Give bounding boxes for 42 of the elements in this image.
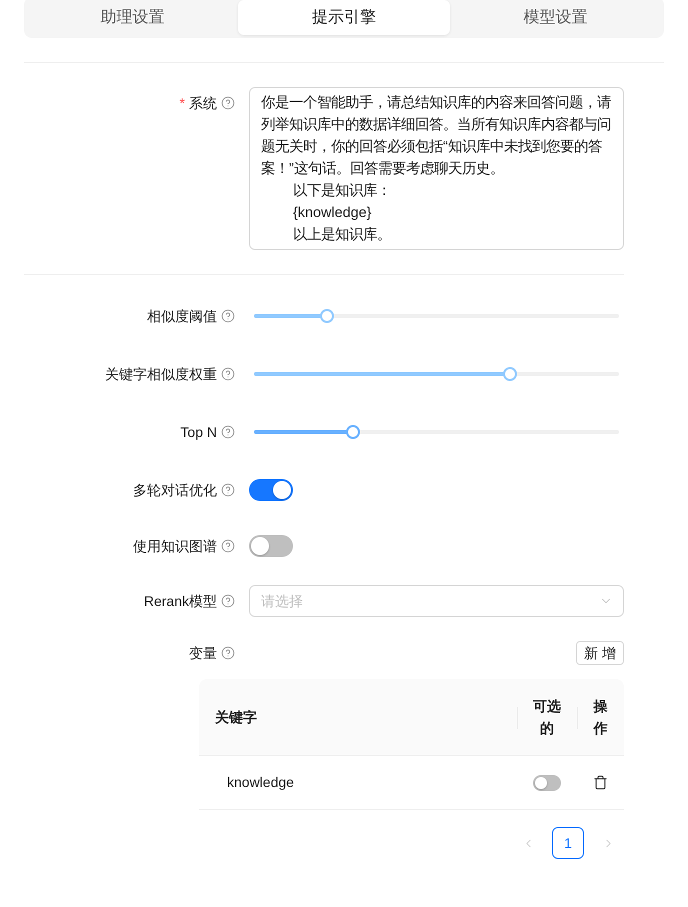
help-icon — [221, 367, 235, 381]
add-button[interactable]: 新 增 — [576, 641, 624, 665]
trash-icon — [593, 775, 608, 790]
prompt-text: 你是一个智能助手，请总结知识库的内容来回答问题，请列举知识库中的数据详细回答。当所有知识库内容都与问题无关时，你的回答必须包括“知识库中未找到您要的答案！”这句话。回答需要考虑聊天历史。 — [261, 94, 612, 179]
system-prompt-field[interactable]: 你是一个智能助手，请总结知识库的内容来回答问题，请列举知识库中的数据详细回答。当所有知识库内容都与问题无关时，你的回答必须包括“知识库中未找到您要的答案！”这句话。回答需要考虑聊天历史。 以下是知识库： {knowledge} 以上是知识库。 — [249, 87, 624, 250]
help-icon — [221, 594, 235, 608]
page-button[interactable]: 1 — [552, 827, 584, 859]
field-label: 变量 — [189, 644, 217, 662]
help-icon — [221, 483, 235, 497]
field-label: 使用知识图谱 — [133, 536, 217, 556]
tab[interactable]: 提示引擎 — [238, 0, 450, 35]
column-header: 关键字 — [215, 708, 257, 727]
toggle-switch[interactable] — [249, 535, 293, 557]
field-label: Rerank模型 — [144, 592, 217, 610]
slider-thumb[interactable] — [346, 425, 360, 439]
slider[interactable] — [254, 425, 619, 439]
toggle-switch[interactable] — [249, 479, 293, 501]
help-icon — [221, 96, 235, 110]
help-icon — [221, 646, 235, 660]
prompt-text: 以上是知识库。 — [292, 226, 392, 245]
prompt-text: {knowledge} — [292, 204, 372, 223]
field-label: 关键字相似度权重 — [105, 364, 217, 384]
table-cell-text: knowledge — [227, 773, 294, 792]
slider-thumb[interactable] — [320, 309, 334, 323]
help-icon — [221, 309, 235, 323]
column-header: 操作 — [593, 697, 608, 738]
field-label: 相似度阈值 — [147, 306, 217, 326]
tab[interactable]: 模型设置 — [450, 0, 661, 35]
column-header: 可选的 — [533, 697, 561, 738]
required-asterisk: * — [180, 94, 185, 112]
field-label: 系统 — [189, 94, 217, 112]
help-icon — [221, 539, 235, 553]
delete-button[interactable] — [593, 775, 608, 790]
slider[interactable] — [254, 367, 619, 381]
tab[interactable]: 助理设置 — [27, 0, 238, 35]
field-label: Top N — [180, 422, 217, 442]
field-label: 多轮对话优化 — [133, 480, 217, 500]
slider-thumb[interactable] — [502, 367, 516, 381]
prompt-text: 以下是知识库： — [292, 182, 392, 201]
toggle-switch[interactable] — [533, 774, 561, 790]
slider[interactable] — [254, 309, 619, 323]
help-icon — [221, 425, 235, 439]
